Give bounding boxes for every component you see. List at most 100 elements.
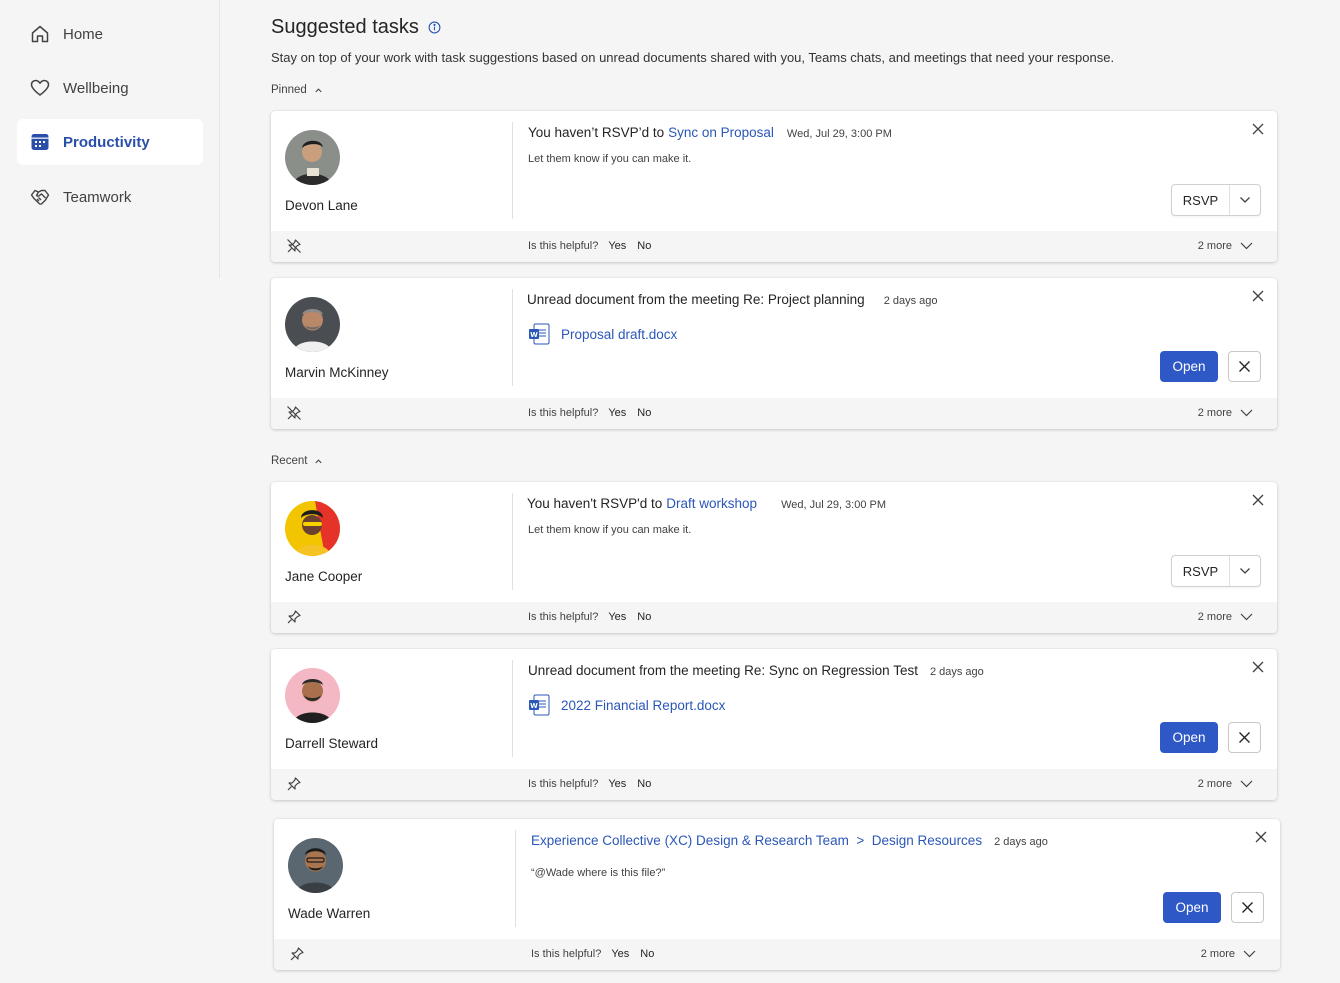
feedback-yes-button[interactable]: Yes <box>608 240 626 252</box>
close-card-button[interactable] <box>1254 830 1268 844</box>
pin-icon[interactable] <box>286 776 302 792</box>
section-recent-label: Recent <box>271 455 308 467</box>
document-link[interactable]: W Proposal draft.docx <box>528 323 677 345</box>
person-block: Jane Cooper <box>285 501 485 584</box>
sidebar-item-wellbeing[interactable]: Wellbeing <box>17 65 203 111</box>
task-card: Marvin McKinney Unread document from the… <box>271 278 1277 429</box>
feedback-question: Is this helpful? <box>528 240 599 252</box>
task-date: 2 days ago <box>994 836 1048 848</box>
close-card-button[interactable] <box>1251 493 1265 507</box>
close-card-button[interactable] <box>1251 122 1265 136</box>
unpin-icon[interactable] <box>286 405 302 421</box>
close-icon <box>1255 831 1267 843</box>
feedback-prompt: Is this helpful? Yes No <box>528 240 651 252</box>
task-title: Unread document from the meeting Re: Syn… <box>528 663 984 678</box>
channel-link[interactable]: Experience Collective (XC) Design & Rese… <box>531 833 982 848</box>
meeting-link[interactable]: Draft workshop <box>666 496 757 511</box>
card-footer: Is this helpful? Yes No 2 more <box>271 769 1277 800</box>
close-icon <box>1252 123 1264 135</box>
task-title-text: You haven’t RSVP’d to <box>528 125 665 140</box>
rsvp-dropdown-button[interactable] <box>1230 556 1260 586</box>
more-tasks-toggle[interactable]: 2 more <box>1198 778 1253 790</box>
close-card-button[interactable] <box>1251 289 1265 303</box>
section-pinned-label: Pinned <box>271 84 307 96</box>
handshake-icon <box>29 186 51 208</box>
person-name[interactable]: Darrell Steward <box>285 736 485 751</box>
chevron-up-icon <box>315 458 323 463</box>
divider <box>512 660 513 757</box>
dismiss-button[interactable] <box>1231 892 1264 923</box>
rsvp-button[interactable]: RSVP <box>1172 185 1230 215</box>
task-title: You haven’t RSVP’d to Sync on Proposal W… <box>528 125 892 140</box>
feedback-no-button[interactable]: No <box>637 778 651 790</box>
open-button[interactable]: Open <box>1160 722 1218 753</box>
meeting-link[interactable]: Sync on Proposal <box>668 125 774 140</box>
more-tasks-toggle[interactable]: 2 more <box>1198 240 1253 252</box>
close-card-button[interactable] <box>1251 660 1265 674</box>
card-footer: Is this helpful? Yes No 2 more <box>271 602 1277 633</box>
unpin-icon[interactable] <box>286 238 302 254</box>
task-date: 2 days ago <box>883 295 938 307</box>
more-label: 2 more <box>1200 948 1235 960</box>
avatar <box>285 668 340 723</box>
feedback-question: Is this helpful? <box>528 407 599 419</box>
rsvp-dropdown-button[interactable] <box>1230 185 1260 215</box>
page-title: Suggested tasks <box>271 16 441 39</box>
close-icon <box>1239 361 1250 372</box>
person-block: Darrell Steward <box>285 668 485 751</box>
person-name[interactable]: Marvin McKinney <box>285 365 485 380</box>
feedback-no-button[interactable]: No <box>637 407 651 419</box>
feedback-no-button[interactable]: No <box>640 948 654 960</box>
chevron-down-icon <box>1240 409 1253 417</box>
more-tasks-toggle[interactable]: 2 more <box>1198 407 1253 419</box>
heart-icon <box>29 77 51 99</box>
sidebar-item-productivity[interactable]: Productivity <box>17 119 203 165</box>
more-label: 2 more <box>1197 407 1232 419</box>
sidebar-item-label: Productivity <box>63 133 150 151</box>
section-recent-toggle[interactable]: Recent <box>271 455 323 467</box>
task-card: Devon Lane You haven’t RSVP’d to Sync on… <box>271 111 1277 262</box>
document-link[interactable]: W 2022 Financial Report.docx <box>528 694 725 716</box>
close-icon <box>1242 902 1253 913</box>
feedback-yes-button[interactable]: Yes <box>611 948 629 960</box>
sidebar-item-home[interactable]: Home <box>17 11 203 57</box>
close-icon <box>1252 661 1264 673</box>
more-tasks-toggle[interactable]: 2 more <box>1201 948 1256 960</box>
feedback-yes-button[interactable]: Yes <box>608 611 626 623</box>
dismiss-button[interactable] <box>1228 351 1261 382</box>
rsvp-button[interactable]: RSVP <box>1172 556 1230 586</box>
more-label: 2 more <box>1197 611 1232 623</box>
feedback-yes-button[interactable]: Yes <box>608 778 626 790</box>
task-card: Darrell Steward Unread document from the… <box>271 649 1277 800</box>
task-card: Jane Cooper You haven't RSVP'd to Draft … <box>271 482 1277 633</box>
chevron-up-icon <box>315 87 322 92</box>
person-name[interactable]: Jane Cooper <box>285 569 485 584</box>
dismiss-button[interactable] <box>1228 722 1261 753</box>
document-name: Proposal draft.docx <box>561 326 678 342</box>
task-title-text: Unread document from the meeting Re: Syn… <box>528 663 918 678</box>
sidebar-item-teamwork[interactable]: Teamwork <box>17 174 203 220</box>
open-button[interactable]: Open <box>1163 892 1221 923</box>
rsvp-split-button: RSVP <box>1171 555 1261 587</box>
feedback-question: Is this helpful? <box>528 611 599 623</box>
feedback-yes-button[interactable]: Yes <box>608 407 626 419</box>
avatar <box>285 297 340 352</box>
task-title: You haven't RSVP'd to Draft workshop Wed… <box>527 496 886 511</box>
sidebar-item-label: Home <box>63 25 104 43</box>
task-title: Unread document from the meeting Re: Pro… <box>527 292 938 307</box>
pin-icon[interactable] <box>289 946 305 962</box>
person-name[interactable]: Wade Warren <box>288 906 488 921</box>
pin-icon[interactable] <box>286 609 302 625</box>
more-tasks-toggle[interactable]: 2 more <box>1198 611 1253 623</box>
document-name: 2022 Financial Report.docx <box>561 697 726 713</box>
feedback-no-button[interactable]: No <box>637 240 651 252</box>
task-description: Let them know if you can make it. <box>528 153 692 165</box>
person-name[interactable]: Devon Lane <box>285 198 485 213</box>
feedback-no-button[interactable]: No <box>637 611 651 623</box>
open-button[interactable]: Open <box>1160 351 1218 382</box>
feedback-question: Is this helpful? <box>528 778 599 790</box>
avatar <box>288 838 343 893</box>
info-icon[interactable] <box>428 21 441 34</box>
section-pinned-toggle[interactable]: Pinned <box>271 84 323 96</box>
more-label: 2 more <box>1197 778 1232 790</box>
